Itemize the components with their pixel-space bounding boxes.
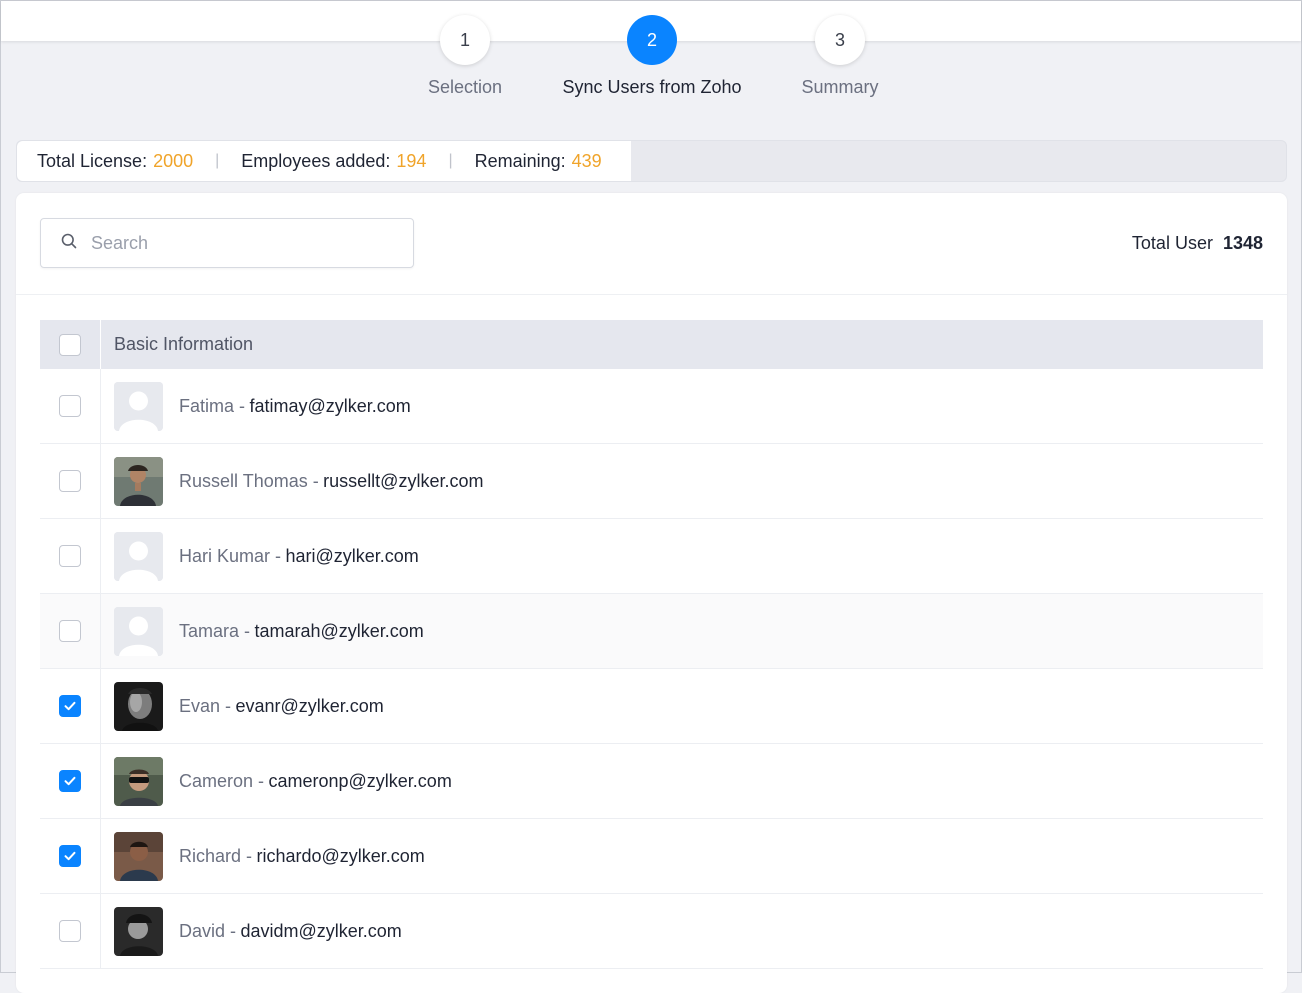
avatar-placeholder <box>114 606 163 656</box>
user-email: hari@zylker.com <box>285 545 419 566</box>
row-checkbox[interactable] <box>59 695 81 717</box>
avatar-photo <box>114 906 163 956</box>
check-icon <box>64 701 76 711</box>
user-email: fatimay@zylker.com <box>249 395 411 416</box>
separator: | <box>448 152 453 169</box>
total-user: Total User 1348 <box>1132 233 1263 254</box>
table-row[interactable]: Cameron - cameronp@zylker.com <box>40 744 1263 819</box>
remaining-label: Remaining: <box>474 150 566 171</box>
user-name: Hari Kumar - <box>179 545 282 566</box>
divider <box>16 294 1287 295</box>
row-checkbox[interactable] <box>59 620 81 642</box>
row-checkbox[interactable] <box>59 545 81 567</box>
table-row[interactable]: Tamara - tamarah@zylker.com <box>40 594 1263 669</box>
search-icon <box>61 233 77 254</box>
user-name: Evan - <box>179 695 232 716</box>
header-check-cell <box>40 320 101 369</box>
separator: | <box>215 152 220 169</box>
row-checkbox[interactable] <box>59 395 81 417</box>
user-email: davidm@zylker.com <box>240 920 402 941</box>
users-table: Basic Information Fatima - fatimay@zylke… <box>40 320 1263 969</box>
total-license-value: 2000 <box>153 150 194 171</box>
total-user-value: 1348 <box>1222 233 1263 253</box>
total-user-label: Total User <box>1131 233 1213 253</box>
user-email: evanr@zylker.com <box>235 695 384 716</box>
user-name: Tamara - <box>179 620 251 641</box>
row-checkbox[interactable] <box>59 770 81 792</box>
row-checkbox[interactable] <box>59 845 81 867</box>
total-license: Total License: 2000 <box>37 151 193 172</box>
stepper: 1 Selection 2 Sync Users from Zoho 3 Sum… <box>1 1 1301 111</box>
step-summary[interactable]: 3 Summary <box>730 15 950 98</box>
table-row[interactable]: David - davidm@zylker.com <box>40 894 1263 969</box>
step-sync-users[interactable]: 2 Sync Users from Zoho <box>542 15 762 98</box>
step-label: Sync Users from Zoho <box>562 77 742 97</box>
remaining: Remaining: 439 <box>475 151 602 172</box>
step-number: 1 <box>440 15 490 65</box>
step-number: 2 <box>627 15 677 65</box>
employees-added-label: Employees added: <box>241 150 391 171</box>
user-name: Cameron - <box>179 770 265 791</box>
user-name: David - <box>179 920 237 941</box>
remaining-value: 439 <box>571 150 602 171</box>
row-checkbox[interactable] <box>59 920 81 942</box>
step-number: 3 <box>815 15 865 65</box>
row-checkbox[interactable] <box>59 470 81 492</box>
license-summary: Total License: 2000 | Employees added: 1… <box>17 141 631 181</box>
user-email: tamarah@zylker.com <box>254 620 424 641</box>
table-row[interactable]: Russell Thomas - russellt@zylker.com <box>40 444 1263 519</box>
user-email: cameronp@zylker.com <box>268 770 452 791</box>
table-row[interactable]: Fatima - fatimay@zylker.com <box>40 369 1263 444</box>
table-row[interactable]: Richard - richardo@zylker.com <box>40 819 1263 894</box>
user-name: Fatima - <box>179 395 246 416</box>
employees-added-value: 194 <box>396 150 427 171</box>
total-license-label: Total License: <box>37 150 148 171</box>
user-email: russellt@zylker.com <box>323 470 484 491</box>
avatar-photo <box>114 756 163 806</box>
avatar-placeholder <box>114 381 163 431</box>
user-name: Richard - <box>179 845 253 866</box>
check-icon <box>64 776 76 786</box>
table-row[interactable]: Hari Kumar - hari@zylker.com <box>40 519 1263 594</box>
avatar-photo <box>114 681 163 731</box>
select-all-checkbox[interactable] <box>59 333 81 356</box>
table-row[interactable]: Evan - evanr@zylker.com <box>40 669 1263 744</box>
avatar-photo <box>114 456 163 506</box>
column-header-basic-information: Basic Information <box>114 334 254 354</box>
step-label: Summary <box>801 77 879 97</box>
users-card: Total User 1348 Basic Information Fatima … <box>16 193 1287 993</box>
table-header: Basic Information <box>40 320 1263 369</box>
search-box[interactable] <box>40 218 414 268</box>
check-icon <box>64 851 76 861</box>
employees-added: Employees added: 194 <box>241 151 426 172</box>
user-email: richardo@zylker.com <box>256 845 425 866</box>
avatar-photo <box>114 831 163 881</box>
search-input[interactable] <box>89 231 393 255</box>
user-name: Russell Thomas - <box>179 470 319 491</box>
avatar-placeholder <box>114 531 163 581</box>
license-bar: Total License: 2000 | Employees added: 1… <box>16 140 1287 182</box>
